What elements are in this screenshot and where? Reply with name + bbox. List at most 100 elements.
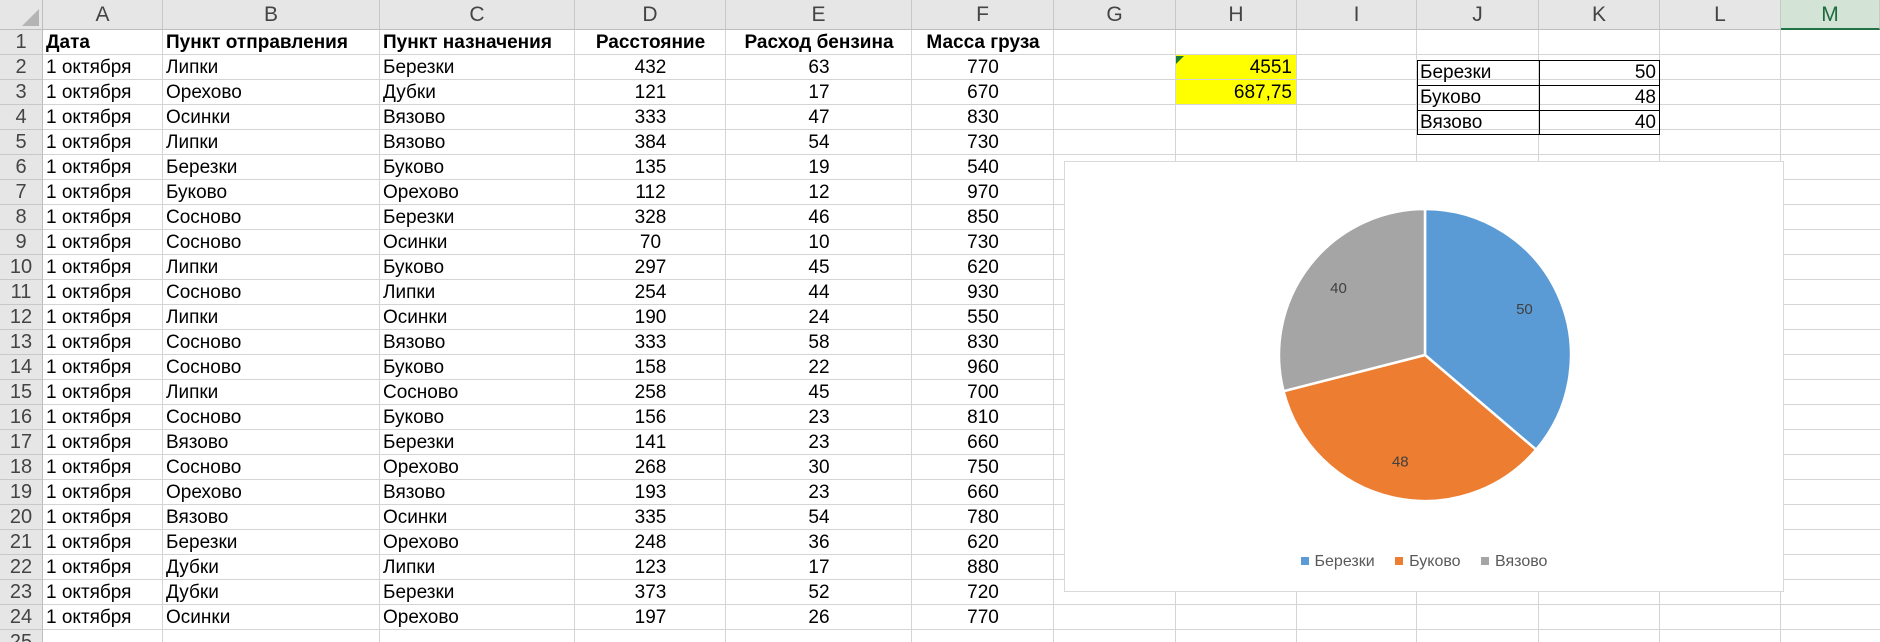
pie-chart[interactable]: 50 48 40 Березки Буково Вязово (1064, 161, 1784, 592)
table-cell[interactable]: 1 октября (43, 55, 163, 80)
table-cell[interactable]: 158 (575, 355, 726, 380)
table-cell[interactable]: 17 (726, 80, 912, 105)
table-cell[interactable]: 23 (726, 430, 912, 455)
table-cell[interactable]: 123 (575, 555, 726, 580)
table-cell[interactable]: Липки (380, 280, 575, 305)
table-cell[interactable]: Березки (163, 155, 380, 180)
table-cell[interactable]: 54 (726, 505, 912, 530)
table-cell[interactable]: Вязово (380, 105, 575, 130)
table-cell[interactable]: 830 (912, 105, 1054, 130)
column-header-k[interactable]: K (1539, 0, 1660, 30)
table-cell[interactable]: 1 октября (43, 480, 163, 505)
column-header-m[interactable]: M (1781, 0, 1880, 30)
table-cell[interactable]: Буково (380, 355, 575, 380)
table-cell[interactable]: Орехово (380, 605, 575, 630)
table-cell[interactable]: 1 октября (43, 530, 163, 555)
table-cell[interactable]: 1 октября (43, 555, 163, 580)
chart-legend[interactable]: Березки Буково Вязово (1065, 553, 1783, 571)
row-header[interactable]: 20 (0, 505, 43, 530)
table-cell[interactable]: 36 (726, 530, 912, 555)
table-cell[interactable]: 1 октября (43, 505, 163, 530)
table-cell[interactable]: 830 (912, 330, 1054, 355)
table-cell[interactable]: 24 (726, 305, 912, 330)
table-cell[interactable]: 1 октября (43, 305, 163, 330)
table-cell[interactable]: 17 (726, 555, 912, 580)
row-header[interactable]: 16 (0, 405, 43, 430)
table-cell[interactable]: Липки (163, 305, 380, 330)
table-cell[interactable]: Буково (380, 405, 575, 430)
row-header[interactable]: 9 (0, 230, 43, 255)
table-cell[interactable]: Березки (380, 580, 575, 605)
table-cell[interactable]: 12 (726, 180, 912, 205)
column-header-f[interactable]: F (912, 0, 1054, 30)
table-cell[interactable]: 1 октября (43, 80, 163, 105)
table-cell[interactable]: 750 (912, 455, 1054, 480)
table-cell[interactable]: Осинки (380, 230, 575, 255)
table-cell[interactable]: 620 (912, 255, 1054, 280)
header-cell[interactable]: Масса груза (912, 30, 1054, 55)
table-cell[interactable]: Орехово (163, 80, 380, 105)
table-cell[interactable]: 880 (912, 555, 1054, 580)
table-cell[interactable]: 268 (575, 455, 726, 480)
table-cell[interactable]: Липки (163, 255, 380, 280)
table-cell[interactable]: 810 (912, 405, 1054, 430)
table-cell[interactable]: Березки (380, 55, 575, 80)
row-header[interactable]: 15 (0, 380, 43, 405)
table-cell[interactable]: 141 (575, 430, 726, 455)
row-header[interactable]: 19 (0, 480, 43, 505)
table-cell[interactable]: 248 (575, 530, 726, 555)
column-header-a[interactable]: A (43, 0, 163, 30)
cell-j2[interactable]: Березки (1417, 60, 1538, 85)
table-cell[interactable]: 297 (575, 255, 726, 280)
row-header[interactable]: 17 (0, 430, 43, 455)
table-cell[interactable]: 1 октября (43, 580, 163, 605)
table-cell[interactable]: Вязово (380, 330, 575, 355)
table-cell[interactable]: 112 (575, 180, 726, 205)
table-cell[interactable]: 850 (912, 205, 1054, 230)
table-cell[interactable]: 670 (912, 80, 1054, 105)
table-cell[interactable]: 23 (726, 480, 912, 505)
table-cell[interactable]: 26 (726, 605, 912, 630)
row-header[interactable]: 12 (0, 305, 43, 330)
table-cell[interactable]: 550 (912, 305, 1054, 330)
row-header[interactable]: 1 (0, 30, 43, 55)
table-cell[interactable]: Березки (380, 205, 575, 230)
spreadsheet[interactable]: A B C D E F G H I J K L M 1 2 3 4 5 6 7 8 9 10 11 1… (0, 0, 1880, 642)
column-header-j[interactable]: J (1417, 0, 1539, 30)
table-cell[interactable]: Осинки (163, 605, 380, 630)
table-cell[interactable]: Сосново (163, 455, 380, 480)
table-cell[interactable]: Осинки (163, 105, 380, 130)
table-cell[interactable]: Сосново (163, 405, 380, 430)
table-cell[interactable]: 333 (575, 330, 726, 355)
row-header[interactable]: 18 (0, 455, 43, 480)
table-cell[interactable]: Орехово (163, 480, 380, 505)
table-cell[interactable]: Дубки (380, 80, 575, 105)
table-cell[interactable]: 1 октября (43, 130, 163, 155)
row-header[interactable]: 13 (0, 330, 43, 355)
column-header-c[interactable]: C (380, 0, 575, 30)
table-cell[interactable]: 700 (912, 380, 1054, 405)
row-header[interactable]: 5 (0, 130, 43, 155)
table-cell[interactable]: Дубки (163, 555, 380, 580)
row-header[interactable]: 3 (0, 80, 43, 105)
table-cell[interactable]: 660 (912, 480, 1054, 505)
table-cell[interactable]: 660 (912, 430, 1054, 455)
table-cell[interactable]: 47 (726, 105, 912, 130)
table-cell[interactable]: 52 (726, 580, 912, 605)
table-cell[interactable]: 121 (575, 80, 726, 105)
table-cell[interactable]: 1 октября (43, 380, 163, 405)
table-cell[interactable]: 254 (575, 280, 726, 305)
cell-k3[interactable]: 48 (1539, 85, 1660, 110)
table-cell[interactable]: 193 (575, 480, 726, 505)
table-cell[interactable]: Осинки (380, 505, 575, 530)
table-cell[interactable]: 730 (912, 230, 1054, 255)
table-cell[interactable]: 770 (912, 55, 1054, 80)
header-cell[interactable]: Расход бензина (726, 30, 912, 55)
column-header-h[interactable]: H (1176, 0, 1297, 30)
table-cell[interactable]: 197 (575, 605, 726, 630)
column-header-e[interactable]: E (726, 0, 912, 30)
cell-k2[interactable]: 50 (1539, 60, 1660, 85)
row-header[interactable]: 2 (0, 55, 43, 80)
column-header-g[interactable]: G (1054, 0, 1176, 30)
table-cell[interactable]: Орехово (380, 530, 575, 555)
